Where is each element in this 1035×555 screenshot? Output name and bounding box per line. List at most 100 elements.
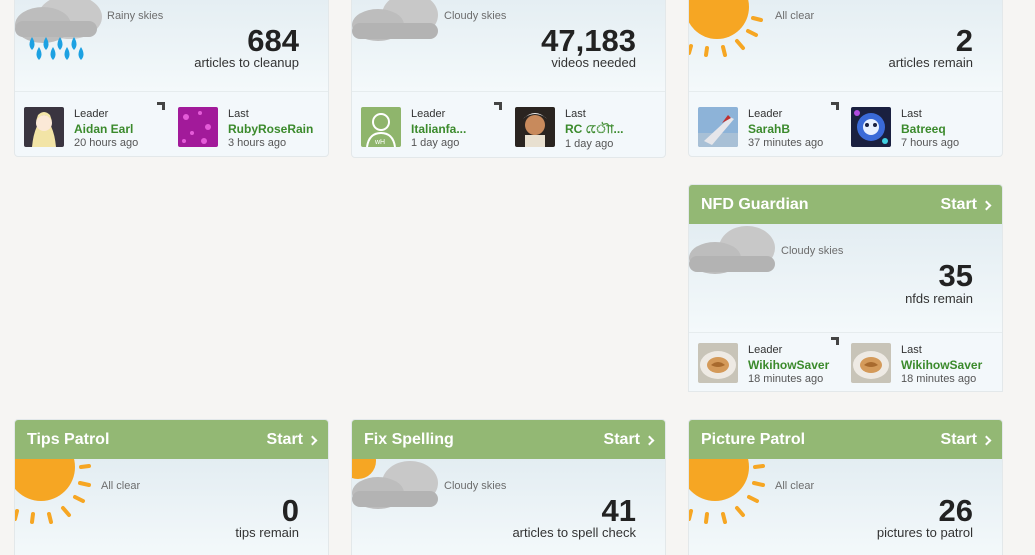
last-user[interactable]: Last RC ৌো... 1 day ago <box>515 107 624 152</box>
sun-icon <box>15 459 91 524</box>
last-name[interactable]: RC ৌো... <box>565 122 624 137</box>
weather-label: All clear <box>101 480 141 492</box>
last-user[interactable]: Last WikihowSaver 18 minutes ago <box>851 343 982 387</box>
card-title[interactable]: Picture Patrol <box>701 431 805 449</box>
card-header[interactable]: Picture Patrol Start <box>689 420 1002 459</box>
remaining-label: pictures to patrol <box>876 525 973 540</box>
remaining-label: articles to cleanup <box>194 55 299 70</box>
start-button[interactable]: Start <box>941 196 992 214</box>
leader-user[interactable]: Leader WikihowSaver 18 minutes ago <box>698 343 829 387</box>
tool-card-tips-patrol: Tips Patrol Start All clear 0 tips remai… <box>14 419 329 555</box>
leader-name[interactable]: WikihowSaver <box>748 358 829 373</box>
chevron-right-icon <box>981 200 992 210</box>
weather-panel: Rainy skies 684 articles to cleanup <box>15 0 328 91</box>
leader-user[interactable]: wH Leader Italianfa... 1 day ago <box>361 107 466 151</box>
weather-label: Cloudy skies <box>444 10 507 22</box>
remaining-label: tips remain <box>235 525 299 540</box>
remaining-count: 0 <box>281 493 299 528</box>
card-title[interactable]: NFD Guardian <box>701 196 809 214</box>
remaining-label: videos needed <box>551 55 636 70</box>
last-time: 18 minutes ago <box>901 373 977 385</box>
last-time: 3 hours ago <box>228 137 287 149</box>
last-name[interactable]: WikihowSaver <box>901 358 982 373</box>
remaining-label: articles remain <box>888 55 973 70</box>
user-row: Leader WikihowSaver 18 minutes ago Last … <box>689 332 1002 387</box>
sun-icon <box>689 459 765 524</box>
corner-arrow-icon[interactable] <box>494 102 502 110</box>
card-header[interactable]: Fix Spelling Start <box>352 420 665 459</box>
user-row: Leader SarahB 37 minutes ago Last Batree… <box>689 91 1002 156</box>
chevron-right-icon <box>307 435 318 445</box>
remaining-label: articles to spell check <box>512 525 636 540</box>
leader-label: Leader <box>411 108 446 120</box>
corner-arrow-icon[interactable] <box>831 337 839 345</box>
last-label: Last <box>565 108 586 120</box>
cloud-icon <box>689 226 775 274</box>
avatar <box>851 343 891 383</box>
corner-arrow-icon[interactable] <box>157 102 165 110</box>
remaining-count: 41 <box>601 493 636 528</box>
avatar <box>178 107 218 147</box>
leader-name[interactable]: Aidan Earl <box>74 122 138 137</box>
weather-panel: All clear 0 tips remain <box>15 459 328 555</box>
last-user[interactable]: Last Batreeq 7 hours ago <box>851 107 959 151</box>
rain-cloud-icon <box>15 0 102 60</box>
leader-label: Leader <box>748 108 783 120</box>
card-title[interactable]: Tips Patrol <box>27 431 109 449</box>
tool-card-cleanup: Rainy skies 684 articles to cleanup Lead… <box>14 0 329 157</box>
weather-label: Cloudy skies <box>444 480 507 492</box>
chevron-right-icon <box>981 435 992 445</box>
avatar <box>698 107 738 147</box>
leader-name[interactable]: SarahB <box>748 122 823 137</box>
weather-label: All clear <box>775 10 815 22</box>
avatar <box>515 107 555 147</box>
tool-card-nfd-guardian: NFD Guardian Start Cloudy skies 35 nfds … <box>688 184 1003 392</box>
cloud-icon <box>352 0 438 41</box>
leader-time: 20 hours ago <box>74 137 139 149</box>
weather-panel: All clear 2 articles remain <box>689 0 1002 91</box>
weather-panel: Cloudy skies 47,183 videos needed <box>352 0 665 91</box>
weather-label: Rainy skies <box>107 10 164 22</box>
start-button[interactable]: Start <box>267 431 318 449</box>
last-user[interactable]: Last RubyRoseRain 3 hours ago <box>178 107 313 151</box>
card-title[interactable]: Fix Spelling <box>364 431 454 449</box>
weather-label: Cloudy skies <box>781 245 844 257</box>
weather-panel: Cloudy skies 35 nfds remain <box>689 224 1002 332</box>
chevron-right-icon <box>644 435 655 445</box>
last-label: Last <box>228 108 249 120</box>
cloud-icon <box>352 459 438 509</box>
sun-icon <box>689 0 763 57</box>
tool-card-picture-patrol: Picture Patrol Start All clear 26 pictur… <box>688 419 1003 555</box>
last-name[interactable]: Batreeq <box>901 122 959 137</box>
user-row: Leader Aidan Earl 20 hours ago Last Ruby… <box>15 91 328 156</box>
tool-card-videos: Cloudy skies 47,183 videos needed wH Lea… <box>351 0 666 158</box>
card-header[interactable]: NFD Guardian Start <box>689 185 1002 224</box>
avatar <box>698 343 738 383</box>
corner-arrow-icon[interactable] <box>831 102 839 110</box>
card-header[interactable]: Tips Patrol Start <box>15 420 328 459</box>
weather-panel: Cloudy skies 41 articles to spell check <box>352 459 665 555</box>
leader-user[interactable]: Leader SarahB 37 minutes ago <box>698 107 823 151</box>
leader-time: 37 minutes ago <box>748 137 824 149</box>
leader-label: Leader <box>74 108 109 120</box>
remaining-count: 26 <box>938 493 973 528</box>
remaining-count: 684 <box>247 23 299 58</box>
last-label: Last <box>901 344 922 356</box>
last-time: 1 day ago <box>565 138 614 150</box>
leader-name[interactable]: Italianfa... <box>411 122 466 137</box>
remaining-count: 2 <box>955 23 973 58</box>
leader-user[interactable]: Leader Aidan Earl 20 hours ago <box>24 107 138 151</box>
remaining-count: 35 <box>938 258 973 293</box>
start-button[interactable]: Start <box>941 431 992 449</box>
weather-panel: All clear 26 pictures to patrol <box>689 459 1002 555</box>
start-button[interactable]: Start <box>604 431 655 449</box>
last-name[interactable]: RubyRoseRain <box>228 122 313 137</box>
remaining-label: nfds remain <box>905 291 973 306</box>
avatar <box>851 107 891 147</box>
remaining-count: 47,183 <box>541 23 636 58</box>
tool-card-fix-spelling: Fix Spelling Start Cloudy skies 41 artic… <box>351 419 666 555</box>
tool-card-articles: All clear 2 articles remain Leader Sarah… <box>688 0 1003 157</box>
user-row: wH Leader Italianfa... 1 day ago Last RC… <box>352 91 665 157</box>
last-label: Last <box>901 108 922 120</box>
leader-label: Leader <box>748 344 783 356</box>
